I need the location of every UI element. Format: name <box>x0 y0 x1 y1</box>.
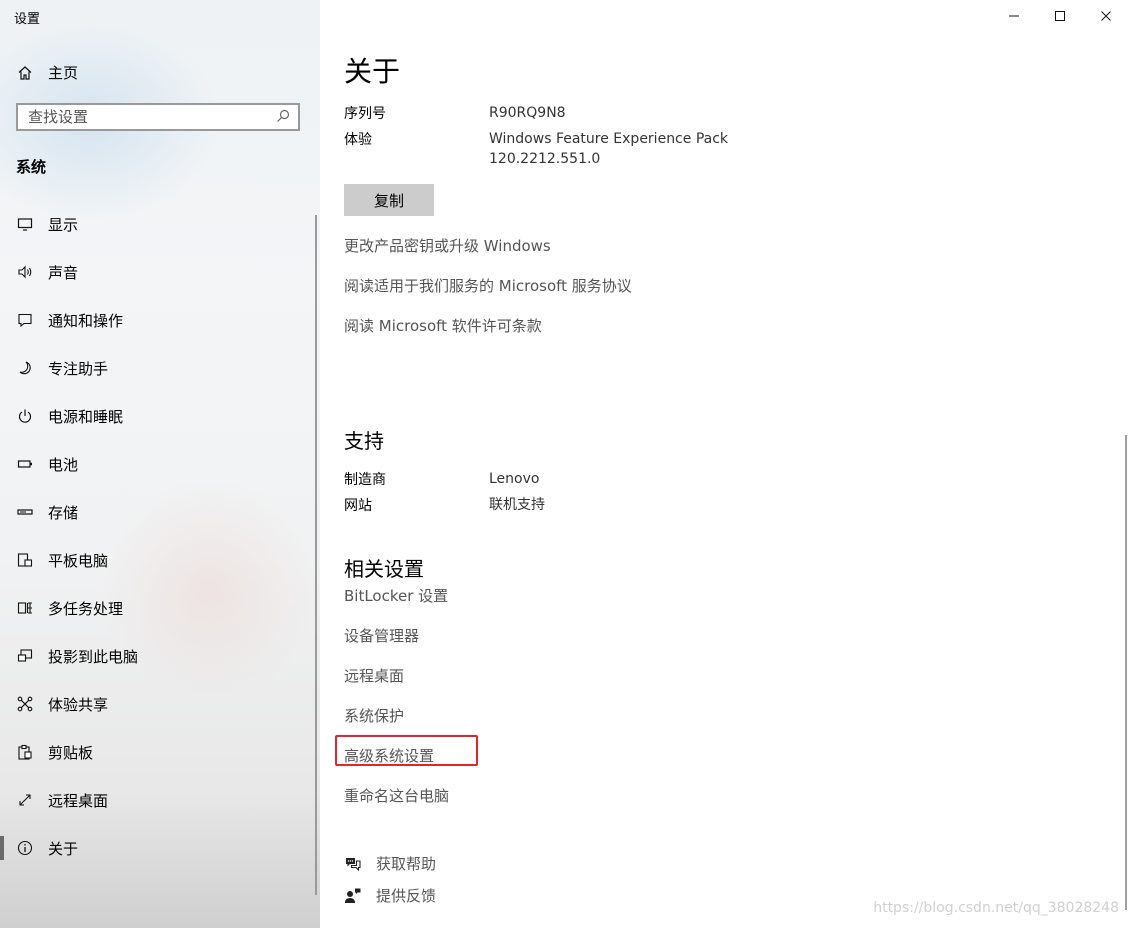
main-panel: 关于 序列号 R90RQ9N8 体验 Windows Feature Exper… <box>320 0 1129 928</box>
sidebar-item-label: 多任务处理 <box>48 599 124 618</box>
sidebar-item-label: 电池 <box>48 455 79 474</box>
maximize-icon <box>1055 11 1065 21</box>
license-terms-link[interactable]: 阅读 Microsoft 软件许可条款 <box>344 315 542 336</box>
sidebar-item-label: 通知和操作 <box>48 311 124 330</box>
window-controls <box>991 0 1129 32</box>
sidebar-item-label: 专注助手 <box>48 359 109 378</box>
sidebar-item-label: 投影到此电脑 <box>48 647 139 666</box>
storage-icon <box>16 503 34 521</box>
watermark: https://blog.csdn.net/qq_38028248 <box>873 900 1119 916</box>
experience-value-line1: Windows Feature Experience Pack <box>489 131 729 147</box>
sidebar: 设置 主页 系统 显示 声音 通知和操作 专注助手 <box>0 0 320 928</box>
remote-desktop-icon <box>16 791 34 809</box>
device-manager-link[interactable]: 设备管理器 <box>344 625 419 646</box>
website-label: 网站 <box>344 498 372 514</box>
help-chat-icon <box>344 855 362 873</box>
power-icon <box>16 407 34 425</box>
remote-desktop-link[interactable]: 远程桌面 <box>344 665 404 686</box>
sidebar-item-clipboard[interactable]: 剪贴板 <box>0 728 320 776</box>
info-icon <box>16 839 34 857</box>
sidebar-item-tablet[interactable]: 平板电脑 <box>0 536 320 584</box>
sidebar-item-label: 电源和睡眠 <box>48 407 124 426</box>
speaker-icon <box>16 263 34 281</box>
search-box[interactable] <box>16 103 300 131</box>
minimize-icon <box>1009 15 1019 17</box>
maximize-button[interactable] <box>1037 0 1083 32</box>
tablet-icon <box>16 551 34 569</box>
sidebar-item-label: 远程桌面 <box>48 791 109 810</box>
display-icon <box>16 215 34 233</box>
sidebar-scrollbar[interactable] <box>315 215 317 895</box>
search-icon[interactable] <box>276 108 290 127</box>
close-icon <box>1101 11 1111 21</box>
sidebar-item-label: 关于 <box>48 839 79 858</box>
home-nav-item[interactable]: 主页 <box>16 62 78 83</box>
sidebar-item-shared-experiences[interactable]: 体验共享 <box>0 680 320 728</box>
multitask-icon <box>16 599 34 617</box>
feedback-person-icon <box>344 887 362 905</box>
website-link[interactable]: 联机支持 <box>489 495 545 515</box>
serial-label: 序列号 <box>344 106 386 122</box>
sidebar-item-label: 显示 <box>48 215 79 234</box>
sidebar-item-focus-assist[interactable]: 专注助手 <box>0 344 320 392</box>
feedback-label: 提供反馈 <box>376 887 437 905</box>
sidebar-item-label: 平板电脑 <box>48 551 109 570</box>
sidebar-item-label: 声音 <box>48 263 79 282</box>
system-protection-link[interactable]: 系统保护 <box>344 705 404 726</box>
service-agreement-link[interactable]: 阅读适用于我们服务的 Microsoft 服务协议 <box>344 275 632 296</box>
advanced-system-settings-link[interactable]: 高级系统设置 <box>344 745 434 766</box>
sidebar-item-sound[interactable]: 声音 <box>0 248 320 296</box>
manufacturer-value: Lenovo <box>489 471 540 487</box>
minimize-button[interactable] <box>991 0 1037 32</box>
serial-value: R90RQ9N8 <box>489 105 566 121</box>
sidebar-item-display[interactable]: 显示 <box>0 200 320 248</box>
experience-label: 体验 <box>344 132 372 148</box>
close-button[interactable] <box>1083 0 1129 32</box>
sidebar-item-notifications[interactable]: 通知和操作 <box>0 296 320 344</box>
home-icon <box>16 64 34 82</box>
get-help-label: 获取帮助 <box>376 855 437 873</box>
section-label: 系统 <box>16 158 47 176</box>
copy-button[interactable]: 复制 <box>344 184 434 216</box>
sidebar-item-label: 体验共享 <box>48 695 109 714</box>
sidebar-item-battery[interactable]: 电池 <box>0 440 320 488</box>
rename-pc-link[interactable]: 重命名这台电脑 <box>344 785 449 806</box>
search-input[interactable] <box>26 108 258 126</box>
sidebar-item-multitasking[interactable]: 多任务处理 <box>0 584 320 632</box>
page-title: 关于 <box>344 55 401 88</box>
moon-icon <box>16 359 34 377</box>
home-label: 主页 <box>48 64 79 82</box>
sidebar-nav: 显示 声音 通知和操作 专注助手 电源和睡眠 电池 存储 平板电脑 多任务处理 … <box>0 200 320 872</box>
app-title: 设置 <box>14 12 41 27</box>
related-settings-heading: 相关设置 <box>344 557 424 581</box>
sidebar-item-power-sleep[interactable]: 电源和睡眠 <box>0 392 320 440</box>
sidebar-item-remote-desktop[interactable]: 远程桌面 <box>0 776 320 824</box>
sidebar-item-label: 存储 <box>48 503 79 522</box>
sidebar-item-about[interactable]: 关于 <box>0 824 320 872</box>
main-scrollbar[interactable] <box>1125 435 1127 910</box>
share-icon <box>16 695 34 713</box>
sidebar-item-project[interactable]: 投影到此电脑 <box>0 632 320 680</box>
support-heading: 支持 <box>344 429 384 453</box>
get-help-link[interactable]: 获取帮助 <box>344 853 436 874</box>
clipboard-icon <box>16 743 34 761</box>
notification-icon <box>16 311 34 329</box>
sidebar-item-storage[interactable]: 存储 <box>0 488 320 536</box>
sidebar-item-label: 剪贴板 <box>48 743 94 762</box>
project-icon <box>16 647 34 665</box>
feedback-link[interactable]: 提供反馈 <box>344 885 436 906</box>
bitlocker-settings-link[interactable]: BitLocker 设置 <box>344 585 448 606</box>
manufacturer-label: 制造商 <box>344 472 386 488</box>
battery-icon <box>16 455 34 473</box>
experience-value-line2: 120.2212.551.0 <box>489 151 601 167</box>
change-product-key-link[interactable]: 更改产品密钥或升级 Windows <box>344 235 551 256</box>
